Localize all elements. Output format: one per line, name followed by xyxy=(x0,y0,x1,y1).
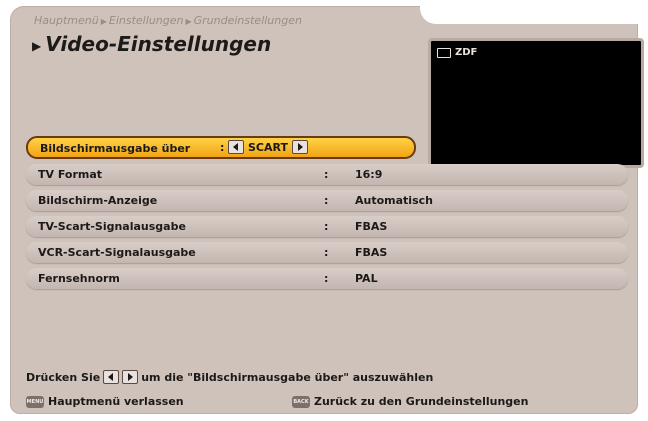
settings-screen: Hauptmenü ▶ Einstellungen ▶ Grundeinstellung… xyxy=(10,6,644,414)
channel-name: ZDF xyxy=(455,47,478,58)
separator: : xyxy=(324,220,329,233)
chevron-right-icon: ▶ xyxy=(100,17,107,26)
setting-row-tv-format[interactable]: TV Format : 16:9 xyxy=(26,164,628,185)
hint-suffix: um die "Bildschirmausgabe über" auszuwäh… xyxy=(141,370,434,384)
title-arrow-icon: ▶ xyxy=(32,38,42,53)
exit-menu-label: Hauptmenü verlassen xyxy=(48,395,184,408)
setting-row-screen-display[interactable]: Bildschirm-Anzeige : Automatisch xyxy=(26,190,628,211)
setting-row-vcr-scart[interactable]: VCR-Scart-Signalausgabe : FBAS xyxy=(26,242,628,263)
setting-row-tv-standard[interactable]: Fernsehnorm : PAL xyxy=(26,268,628,289)
setting-label: Bildschirm-Anzeige xyxy=(38,194,158,207)
chevron-right-icon: ▶ xyxy=(185,17,192,26)
back-hint[interactable]: BACK Zurück zu den Grundeinstellungen xyxy=(292,395,528,408)
breadcrumb-item-main-menu[interactable]: Hauptmenü xyxy=(34,14,99,27)
separator: : xyxy=(220,141,225,154)
help-hint: Drücken Sie um die "Bildschirmausgabe üb… xyxy=(26,370,433,384)
arrow-right-icon[interactable] xyxy=(292,140,308,154)
setting-label: VCR-Scart-Signalausgabe xyxy=(38,246,196,259)
panel-tab-cutout xyxy=(420,6,638,24)
separator: : xyxy=(324,272,329,285)
arrow-right-icon xyxy=(122,370,139,384)
arrow-left-icon xyxy=(103,370,120,384)
separator: : xyxy=(324,246,329,259)
separator: : xyxy=(324,168,329,181)
hint-prefix: Drücken Sie xyxy=(26,370,101,384)
back-key-icon: BACK xyxy=(292,395,310,408)
arrow-left-icon[interactable] xyxy=(228,140,244,154)
setting-label: TV Format xyxy=(38,168,103,181)
menu-key-icon: MENU xyxy=(26,395,44,408)
setting-label: Fernsehnorm xyxy=(38,272,120,285)
setting-row-tv-scart[interactable]: TV-Scart-Signalausgabe : FBAS xyxy=(26,216,628,237)
settings-list: Bildschirmausgabe über : SCART TV Format… xyxy=(26,136,628,294)
setting-label: Bildschirmausgabe über xyxy=(40,142,191,155)
value-selector[interactable]: SCART xyxy=(228,140,308,154)
exit-menu-hint[interactable]: MENU Hauptmenü verlassen xyxy=(26,395,184,408)
tv-icon xyxy=(437,47,451,58)
back-label: Zurück zu den Grundeinstellungen xyxy=(314,395,529,408)
setting-value: SCART xyxy=(248,140,288,154)
separator: : xyxy=(324,194,329,207)
setting-label: TV-Scart-Signalausgabe xyxy=(38,220,186,233)
setting-value: FBAS xyxy=(355,246,388,259)
setting-value: 16:9 xyxy=(355,168,383,181)
breadcrumb: Hauptmenü ▶ Einstellungen ▶ Grundeinstellung… xyxy=(34,14,302,27)
channel-indicator: ZDF xyxy=(437,47,477,58)
breadcrumb-item-basic-settings[interactable]: Grundeinstellungen xyxy=(194,14,302,27)
page-title: ▶ Video-Einstellungen xyxy=(32,32,271,56)
setting-value: Automatisch xyxy=(355,194,433,207)
breadcrumb-item-settings[interactable]: Einstellungen xyxy=(109,14,184,27)
setting-row-output[interactable]: Bildschirmausgabe über : SCART xyxy=(26,136,416,159)
setting-value: FBAS xyxy=(355,220,388,233)
page-title-text: Video-Einstellungen xyxy=(45,32,272,56)
setting-value: PAL xyxy=(355,272,378,285)
